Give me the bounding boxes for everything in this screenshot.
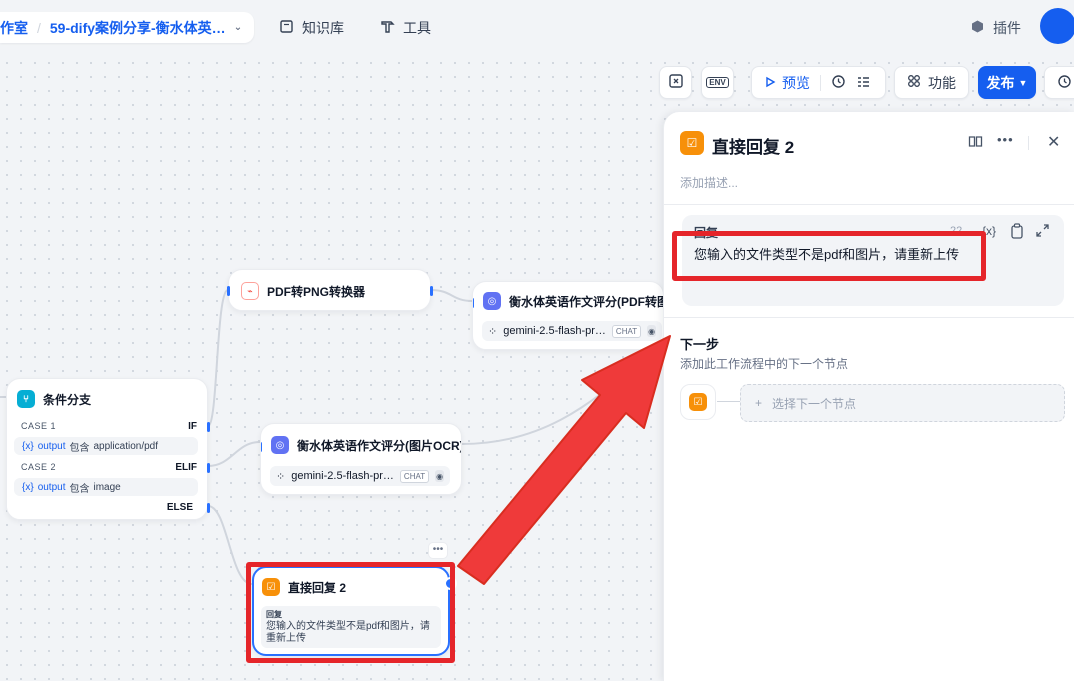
annotation-arrow — [457, 335, 671, 585]
